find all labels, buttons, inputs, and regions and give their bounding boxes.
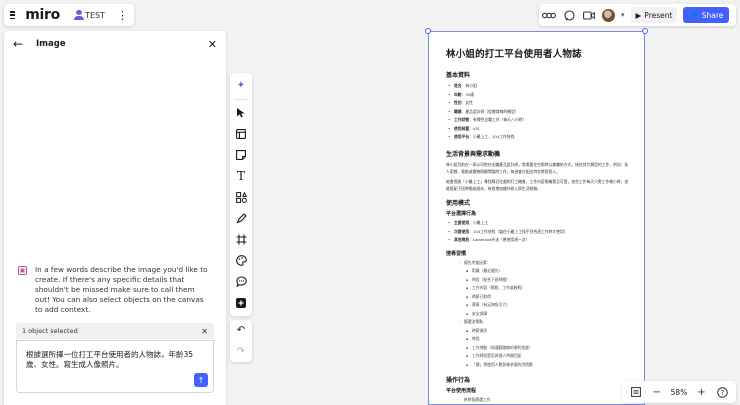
list-item: 主要使用：小雞上工 — [446, 219, 631, 228]
templates-icon[interactable] — [233, 126, 249, 142]
section-heading: 生活背景與需求動機 — [446, 150, 501, 158]
prompt-text[interactable]: 根據選所擇一位打工平台使用者的人物誌，年齡35歲、女性。寫生成人像照片。 — [26, 350, 201, 370]
ai-sparkle-icon[interactable]: ✦ — [233, 78, 249, 94]
panel-header: ← Image ✕ — [4, 31, 226, 57]
list-item: 時薪資訊 — [446, 327, 631, 336]
selection-chip: 1 object selected ✕ — [16, 323, 214, 339]
image-generation-panel: ← Image ✕ ▣ In a few words describe the … — [4, 31, 226, 405]
present-button[interactable]: ▶ Present — [630, 7, 678, 23]
list-item: 職業：產品設計師（從教育線的轉型） — [446, 108, 631, 117]
basic-info-list: 姓名：林小姐 年齡：35歲 性別：女性 職業：產品設計師（從教育線的轉型） 工作… — [446, 82, 631, 142]
list-item: 工作狀態：有彈性全職工作（每天八小時） — [446, 116, 631, 125]
document-content: 林小姐的打工平台使用者人物誌 基本資料 姓名：林小姐 年齡：35歲 性別：女性 … — [446, 46, 631, 404]
zoom-in-button[interactable]: + — [694, 387, 708, 398]
arrow-up-icon: ↑ — [197, 375, 205, 385]
paragraph: 她會透過「小雞上工」尋找鄰近住處的打工機會，工作內容需確實且可靠，這些工作每天只… — [446, 178, 629, 192]
shapes-icon[interactable] — [233, 189, 249, 205]
document-title: 林小姐的打工平台使用者人物誌 — [446, 49, 582, 60]
frame-icon[interactable] — [233, 232, 249, 248]
selection-count: 1 object selected — [22, 327, 78, 335]
creation-toolbar: ✦ T — [230, 73, 252, 316]
toolbar-divider — [234, 99, 248, 101]
resize-handle-top-right[interactable] — [642, 28, 648, 34]
hamburger-icon[interactable] — [10, 11, 16, 19]
list-item: 安全保障 — [446, 310, 631, 319]
comment-icon[interactable] — [233, 274, 249, 290]
collab-toolbar: ▾ ▶ Present 👤 Share — [539, 4, 736, 26]
zoom-out-button[interactable]: − — [650, 387, 664, 398]
sub-heading: 平台選擇行為 — [446, 211, 477, 218]
svg-text:?: ? — [721, 389, 725, 397]
list-item: 姓名：林小姐 — [446, 82, 631, 91]
list-item: 時段 — [446, 335, 631, 344]
clear-selection-icon[interactable]: ✕ — [201, 327, 208, 336]
list-item: 次要使用：104工作快找（當在小雞上工找不到合適工作時才使用） — [446, 228, 631, 237]
list-item: 「讚」等使用人數與尋求過的評價數 — [446, 361, 631, 370]
pen-icon[interactable] — [233, 211, 249, 227]
board-name[interactable]: TEST — [85, 11, 105, 20]
chevron-down-icon[interactable]: ▾ — [621, 11, 625, 19]
fit-screen-icon[interactable] — [629, 387, 643, 397]
list-item: 篩選決策點： — [446, 318, 631, 327]
list-item: 時段（配合下班時間） — [446, 276, 631, 285]
sticky-note-icon[interactable] — [233, 147, 249, 163]
prompt-hint: ▣ In a few words describe the image you'… — [18, 265, 210, 315]
list-item: 優先考量因素： — [446, 259, 631, 268]
user-icon[interactable] — [73, 10, 85, 20]
list-item: 年齡：35歲 — [446, 91, 631, 100]
paragraph: 林小姐目前在一家公司擔任全職產品設計師，常需要在空暇時以兼職的方式，接些其它類型… — [446, 161, 629, 174]
section-heading: 基本資料 — [446, 72, 471, 79]
user-avatar[interactable] — [602, 8, 615, 22]
list-item: 工作地點（與通勤路線的便利程度） — [446, 344, 631, 353]
list-item: 時薪已取得 — [446, 293, 631, 302]
section-heading: 使用模式 — [446, 200, 471, 208]
arrow-left-icon[interactable]: ← — [13, 37, 27, 51]
share-button[interactable]: 👤 Share — [683, 7, 730, 23]
list-item: 工作內容（輕鬆、工作量較輕） — [446, 284, 631, 293]
resize-handle-top-left[interactable] — [425, 28, 431, 34]
close-icon[interactable]: ✕ — [208, 38, 217, 51]
list-item: 性別：女性 — [446, 99, 631, 108]
kebab-icon[interactable]: ⋮ — [117, 10, 128, 21]
chat-icon[interactable] — [562, 8, 576, 22]
miro-logo[interactable]: miro — [25, 7, 60, 23]
panel-title: Image — [36, 39, 66, 49]
apps-icon[interactable] — [542, 8, 556, 22]
undo-icon[interactable]: ↶ — [233, 323, 249, 339]
list-item: 使用平台：小雞上工、104工作快找 — [446, 133, 631, 142]
prompt-input[interactable]: 根據選所擇一位打工平台使用者的人物誌，年齡35歲、女性。寫生成人像照片。 ↑ — [16, 340, 214, 393]
sub-heading: 平台使用流程 — [446, 388, 477, 395]
undo-redo-group: ↶ ↷ — [230, 320, 252, 362]
persona-document[interactable]: 林小姐的打工平台使用者人物誌 基本資料 姓名：林小姐 年齡：35歲 性別：女性 … — [428, 31, 645, 405]
send-button[interactable]: ↑ — [194, 373, 208, 387]
image-hint-icon: ▣ — [18, 266, 27, 275]
section-heading: 操作行為 — [446, 377, 471, 385]
palette-icon[interactable] — [233, 253, 249, 269]
add-more-icon[interactable] — [233, 295, 249, 311]
text-tool-icon[interactable]: T — [233, 168, 249, 184]
list-item: 薪資（有足夠吸引力） — [446, 301, 631, 310]
play-icon: ▶ — [635, 10, 642, 20]
help-icon[interactable]: ? — [715, 386, 729, 398]
video-icon[interactable] — [582, 8, 596, 22]
select-cursor-icon[interactable] — [233, 105, 249, 121]
zoom-level[interactable]: 58% — [671, 388, 688, 397]
list-item: 工作時段是否與個人時間匹配 — [446, 352, 631, 361]
list-item: 距離（最近優先） — [446, 267, 631, 276]
board-header: miro TEST ⋮ — [4, 4, 134, 26]
hint-text: In a few words describe the image you'd … — [35, 265, 208, 314]
sub-heading: 搜尋習慣 — [446, 250, 467, 257]
user-add-icon: 👤 — [689, 10, 699, 20]
list-item: 依時段篩選工作 — [446, 396, 631, 404]
list-item: 使用裝置：iOS — [446, 125, 631, 134]
redo-icon[interactable]: ↷ — [233, 344, 249, 360]
zoom-controls: − 58% + ? — [622, 381, 736, 403]
list-item: 其他資訊：Lalamove外送（曾使用過一次） — [446, 236, 631, 245]
